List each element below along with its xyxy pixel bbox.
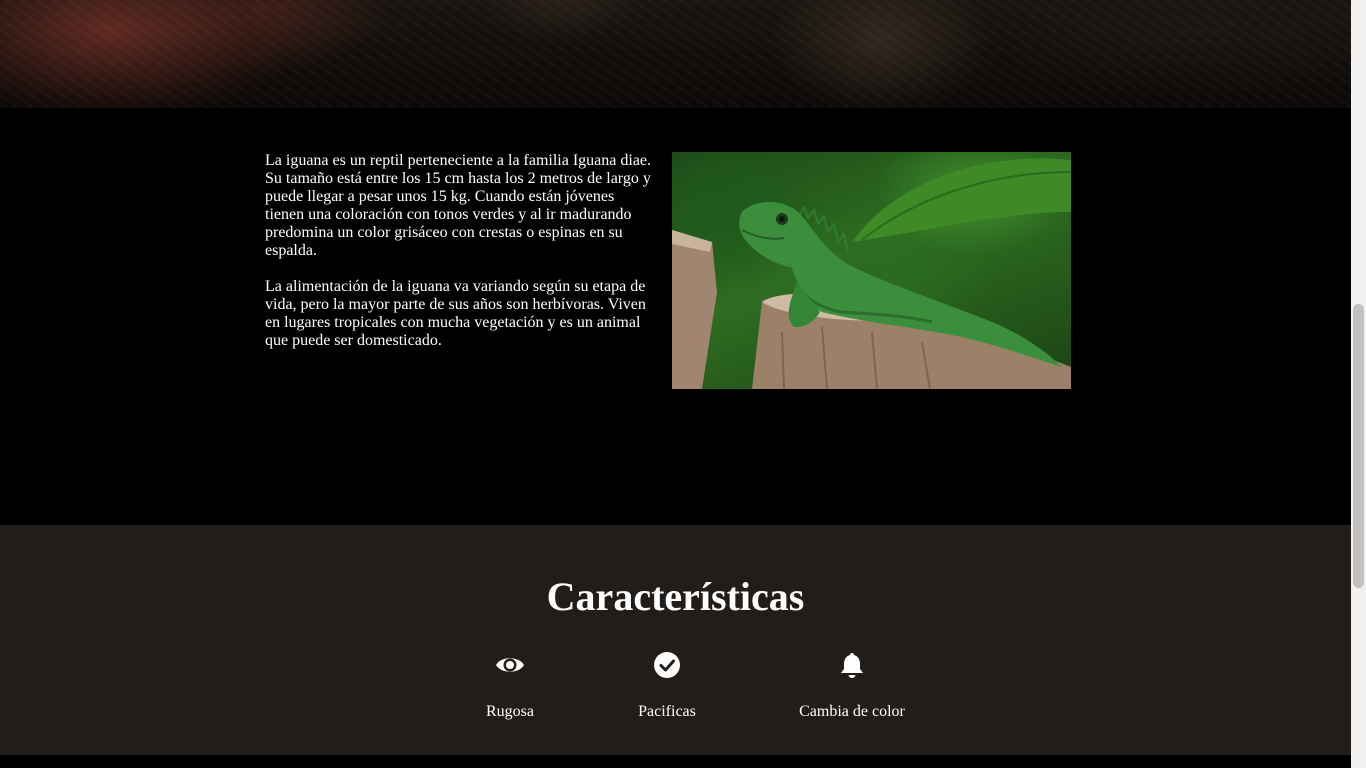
features-section: Características Rugosa Pacificas Cambia …: [0, 525, 1351, 755]
eye-icon: [496, 658, 524, 672]
intro-section: La iguana es un reptil perteneciente a l…: [0, 108, 1351, 525]
footer-strip: [0, 755, 1351, 768]
features-title: Características: [546, 574, 805, 619]
feature-pacificas: Pacificas: [587, 651, 747, 721]
page: La iguana es un reptil perteneciente a l…: [0, 0, 1351, 768]
feature-label: Rugosa: [486, 703, 534, 720]
intro-paragraph-2: La alimentación de la iguana va variando…: [265, 278, 646, 349]
iguana-photo: [672, 152, 1071, 389]
feature-cambia-de-color: Cambia de color: [772, 651, 932, 721]
hero-image: [0, 0, 1351, 108]
scrollbar-thumb[interactable]: [1353, 304, 1364, 588]
feature-label: Cambia de color: [799, 703, 905, 720]
vertical-scrollbar[interactable]: [1351, 0, 1366, 768]
bell-icon: [841, 653, 863, 678]
feature-rugosa: Rugosa: [430, 651, 590, 721]
intro-paragraph-1: La iguana es un reptil perteneciente a l…: [265, 152, 652, 259]
intro-text: La iguana es un reptil perteneciente a l…: [265, 152, 655, 368]
check-circle-icon: [654, 652, 680, 678]
feature-label: Pacificas: [638, 703, 696, 720]
